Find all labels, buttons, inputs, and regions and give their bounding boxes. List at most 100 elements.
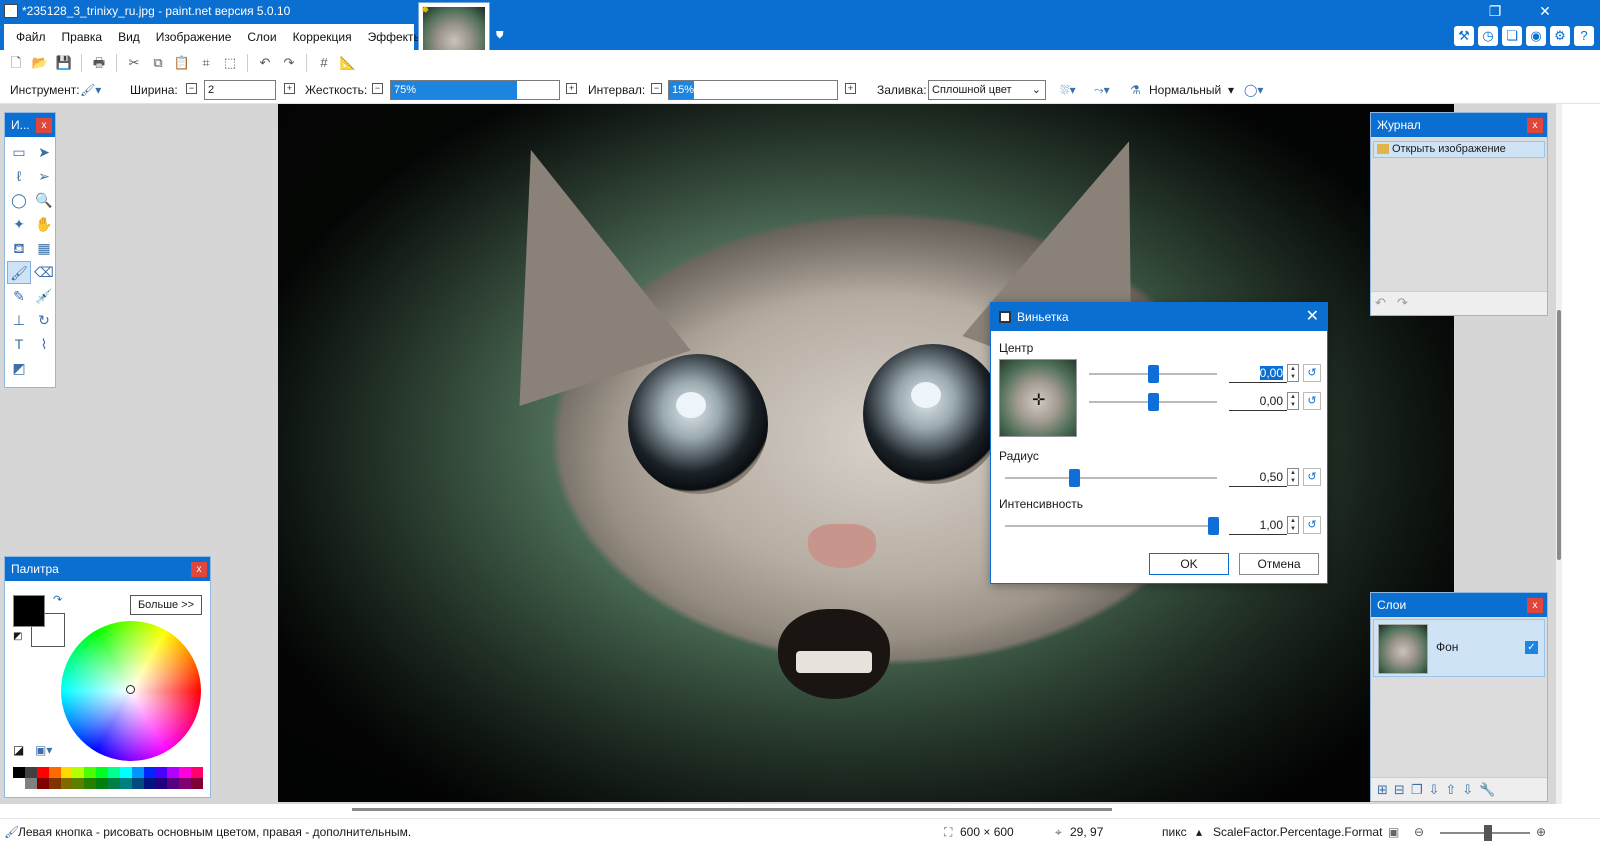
lasso-select-icon[interactable]: ℓ [7,165,31,188]
merge-layer-icon[interactable]: ⇩ [1428,782,1439,798]
history-redo-icon[interactable]: ↷ [1397,295,1408,311]
move-layer-down-icon[interactable]: ⇩ [1462,782,1473,798]
blend-mode-chevron-icon[interactable]: ▾ [1228,81,1234,99]
menu-file[interactable]: Файл [8,24,54,50]
zoom-slider-thumb[interactable] [1484,825,1492,841]
hardness-slider[interactable]: 75% [390,80,560,100]
antialias-icon[interactable]: ⛆▾ [1060,81,1076,99]
paint-bucket-icon[interactable]: ⛾ [7,237,31,260]
horizontal-scroll-thumb[interactable] [352,808,1112,811]
alpha-blend-icon[interactable]: ⤳▾ [1094,81,1110,99]
close-icon[interactable]: x [1527,118,1543,133]
center-preview[interactable]: ✛ [999,359,1077,437]
open-icon[interactable]: 📂 [30,53,50,73]
text-icon[interactable]: T [7,333,31,356]
print-icon[interactable]: 🖶 [89,53,109,73]
pencil-icon[interactable]: ✎ [7,285,31,308]
layer-row[interactable]: Фон ✓ [1373,619,1545,677]
width-increase-button[interactable]: + [284,83,295,94]
history-toggle-icon[interactable]: ◷ [1478,26,1498,46]
tools-toggle-icon[interactable]: ⚒ [1454,26,1474,46]
zoom-fit-icon[interactable]: ▣ [1388,824,1399,840]
color-picker-icon[interactable]: 💉 [32,285,56,308]
help-icon[interactable]: ? [1574,26,1594,46]
eraser-icon[interactable]: ⌫ [32,261,56,284]
ok-button[interactable]: OK [1149,553,1229,575]
zoom-out-icon[interactable]: ⊖ [1414,824,1424,840]
radius-slider-thumb[interactable] [1069,469,1080,487]
pan-icon[interactable]: ✋ [32,213,56,236]
grid-icon[interactable]: # [314,53,334,73]
interval-increase-button[interactable]: + [845,83,856,94]
units-chevron-icon[interactable]: ▴ [1196,824,1202,840]
menu-view[interactable]: Вид [110,24,148,50]
units-select[interactable]: пикс [1162,824,1187,840]
menu-edit[interactable]: Правка [54,24,111,50]
move-selected-icon[interactable]: ➤ [32,141,56,164]
shapes-icon[interactable]: ◩ [7,357,31,380]
move-layer-up-icon[interactable]: ⇧ [1445,782,1456,798]
intensity-spinner[interactable]: ▲ ▼ [1287,516,1299,534]
radius-slider-track[interactable] [1005,477,1217,479]
center-y-spinner[interactable]: ▲ ▼ [1287,392,1299,410]
intensity-slider-thumb[interactable] [1208,517,1219,535]
palette-swatch-row-1[interactable] [13,767,203,778]
gradient-icon[interactable]: ▦ [32,237,56,260]
zoom-in-icon[interactable]: ⊕ [1536,824,1546,840]
redo-icon[interactable]: ↷ [279,53,299,73]
layer-visibility-checkbox[interactable]: ✓ [1525,641,1538,654]
vertical-scroll-thumb[interactable] [1557,310,1561,560]
minimize-button[interactable]: ❐ [1480,2,1510,20]
save-icon[interactable]: 💾 [54,53,74,73]
clone-stamp-icon[interactable]: ⊥ [7,309,31,332]
undo-icon[interactable]: ↶ [255,53,275,73]
rectangle-select-icon[interactable]: ▭ [7,141,31,164]
history-undo-icon[interactable]: ↶ [1375,295,1386,311]
cancel-button[interactable]: Отмена [1239,553,1319,575]
crop-icon[interactable]: ⌗ [196,53,216,73]
magic-wand-icon[interactable]: ✦ [7,213,31,236]
center-x-reset-icon[interactable]: ↺ [1303,364,1321,382]
interval-slider[interactable]: 15% [668,80,838,100]
menu-image[interactable]: Изображение [148,24,240,50]
paintbrush-icon[interactable]: 🖌 [7,261,31,284]
fill-select[interactable]: Сплошной цвет ⌄ [928,80,1046,100]
intensity-reset-icon[interactable]: ↺ [1303,516,1321,534]
menu-layers[interactable]: Слои [239,24,284,50]
hardness-increase-button[interactable]: + [566,83,577,94]
center-x-slider-thumb[interactable] [1148,365,1159,383]
intensity-input[interactable]: 1,00 [1229,515,1287,535]
deselect-icon[interactable]: ⬚ [220,53,240,73]
center-y-reset-icon[interactable]: ↺ [1303,392,1321,410]
ruler-icon[interactable]: 📐 [338,53,358,73]
color-wheel-cursor[interactable] [126,685,135,694]
close-button[interactable]: ✕ [1530,2,1560,20]
intensity-slider-track[interactable] [1005,525,1217,527]
radius-spinner[interactable]: ▲ ▼ [1287,468,1299,486]
ellipse-select-icon[interactable]: ◯ [7,189,31,212]
colors-toggle-icon[interactable]: ◉ [1526,26,1546,46]
width-decrease-button[interactable]: − [186,83,197,94]
zoom-icon[interactable]: 🔍 [32,189,56,212]
recolor-icon[interactable]: ↻ [32,309,56,332]
hardness-decrease-button[interactable]: − [372,83,383,94]
selection-mode-icon[interactable]: ◯▾ [1244,81,1263,99]
close-icon[interactable]: x [36,118,52,133]
radius-input[interactable]: 0,50 [1229,467,1287,487]
interval-decrease-button[interactable]: − [651,83,662,94]
duplicate-layer-icon[interactable]: ❐ [1411,782,1423,798]
delete-layer-icon[interactable]: ⊟ [1394,782,1405,798]
radius-reset-icon[interactable]: ↺ [1303,468,1321,486]
center-y-input[interactable]: 0,00 [1229,391,1287,411]
center-x-spinner[interactable]: ▲ ▼ [1287,364,1299,382]
width-input[interactable]: 2 [204,80,276,100]
history-item[interactable]: Открыть изображение [1373,141,1545,158]
menu-adjustments[interactable]: Коррекция [285,24,360,50]
center-x-input[interactable]: 0,00 [1229,363,1287,383]
move-selection-icon[interactable]: ➢ [32,165,56,188]
swap-colors-icon[interactable]: ↷ [53,593,62,606]
cut-icon[interactable]: ✂ [124,53,144,73]
close-icon[interactable]: ✕ [1306,303,1319,331]
paste-icon[interactable]: 📋 [172,53,192,73]
layer-properties-icon[interactable]: 🔧 [1479,782,1495,798]
